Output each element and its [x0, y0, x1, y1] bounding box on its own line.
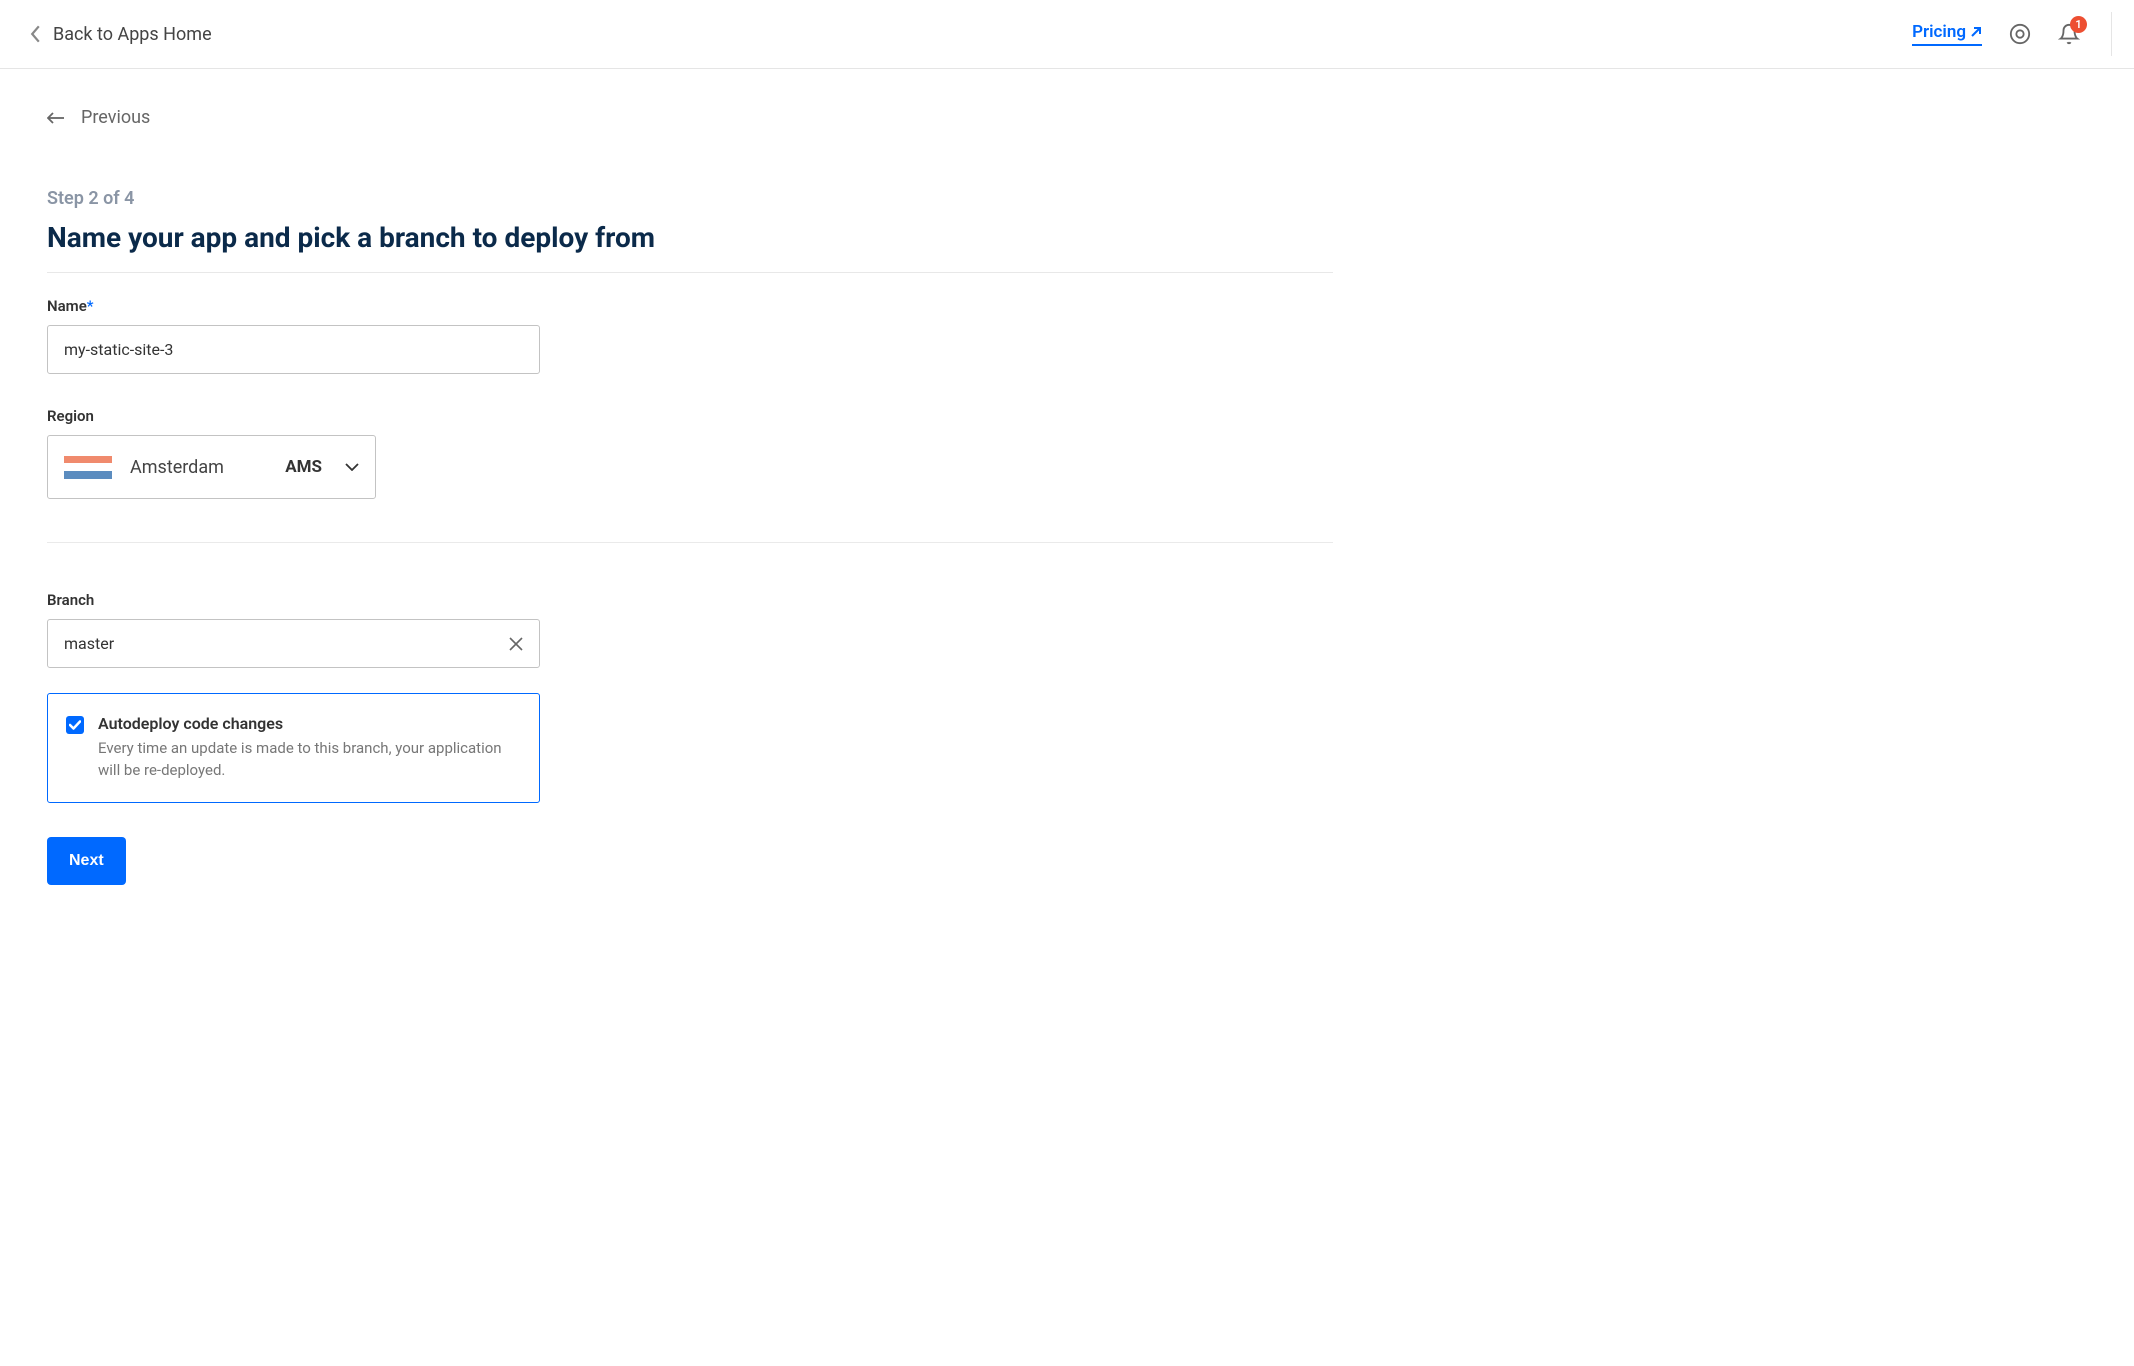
- previous-label: Previous: [81, 107, 150, 128]
- branch-value: master: [64, 634, 509, 653]
- autodeploy-checkbox[interactable]: [66, 716, 84, 734]
- step-indicator: Step 2 of 4: [47, 188, 1333, 209]
- page-title: Name your app and pick a branch to deplo…: [47, 221, 1333, 254]
- autodeploy-option[interactable]: Autodeploy code changes Every time an up…: [47, 693, 540, 803]
- top-header: Back to Apps Home Pricing 1: [0, 0, 2134, 69]
- autodeploy-content: Autodeploy code changes Every time an up…: [98, 714, 521, 782]
- autodeploy-title: Autodeploy code changes: [98, 714, 521, 733]
- region-field-group: Region Amsterdam AMS: [47, 407, 1333, 499]
- region-code: AMS: [285, 457, 322, 477]
- check-icon: [69, 720, 81, 730]
- required-indicator: *: [87, 297, 94, 315]
- header-actions: Pricing 1: [1912, 12, 2112, 56]
- previous-button[interactable]: Previous: [47, 99, 1333, 136]
- notifications-button[interactable]: 1: [2058, 23, 2080, 45]
- notification-badge: 1: [2070, 16, 2087, 33]
- main-content: Previous Step 2 of 4 Name your app and p…: [0, 69, 1380, 915]
- region-select[interactable]: Amsterdam AMS: [47, 435, 376, 499]
- pricing-link[interactable]: Pricing: [1912, 22, 1982, 46]
- external-link-icon: [1970, 26, 1982, 38]
- chevron-down-icon: [345, 463, 359, 471]
- netherlands-flag-icon: [64, 456, 112, 479]
- name-label: Name*: [47, 297, 1333, 315]
- close-icon[interactable]: [509, 637, 523, 651]
- region-label: Region: [47, 407, 1333, 425]
- autodeploy-description: Every time an update is made to this bra…: [98, 738, 521, 782]
- section-divider: [47, 542, 1333, 543]
- chevron-left-icon: [30, 25, 41, 43]
- back-link-label: Back to Apps Home: [53, 24, 212, 45]
- lifebuoy-icon: [2009, 23, 2031, 45]
- pricing-link-label: Pricing: [1912, 22, 1966, 42]
- header-divider: [2111, 12, 2112, 56]
- name-input[interactable]: [47, 325, 540, 374]
- next-button[interactable]: Next: [47, 837, 126, 885]
- region-name: Amsterdam: [130, 457, 267, 478]
- name-field-group: Name*: [47, 297, 1333, 374]
- help-button[interactable]: [2009, 23, 2031, 45]
- name-label-text: Name: [47, 297, 87, 315]
- branch-select[interactable]: master: [47, 619, 540, 668]
- back-to-apps-link[interactable]: Back to Apps Home: [30, 24, 212, 45]
- branch-label: Branch: [47, 591, 1333, 609]
- title-divider: [47, 272, 1333, 273]
- branch-field-group: Branch master: [47, 591, 1333, 668]
- arrow-left-icon: [47, 111, 65, 125]
